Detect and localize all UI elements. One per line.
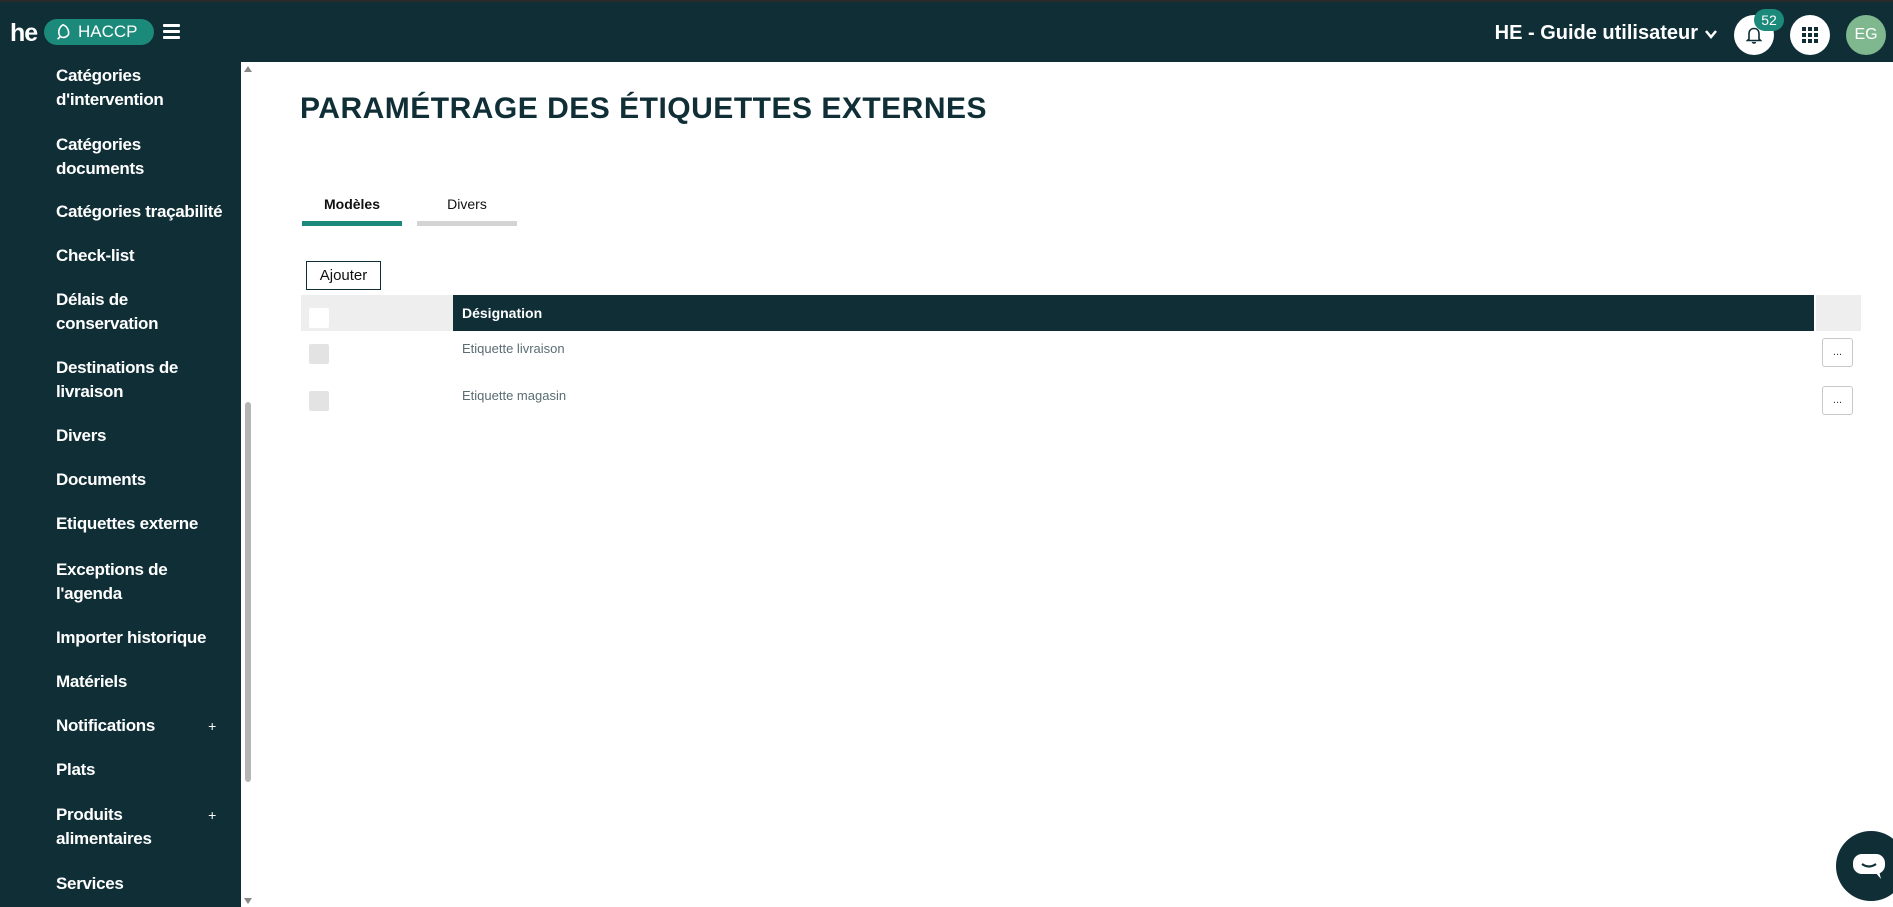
sidebar-item-label: Divers: [56, 426, 107, 445]
menu-icon[interactable]: [163, 24, 180, 40]
apps-button[interactable]: [1790, 15, 1830, 55]
sidebar-item-label: Catégories: [56, 66, 141, 85]
scroll-up-arrow-icon[interactable]: [244, 66, 252, 72]
row-actions-button[interactable]: ...: [1822, 338, 1853, 367]
row-actions-button[interactable]: ...: [1822, 386, 1853, 415]
sidebar-item-exceptions-agenda[interactable]: Exceptions de l'agenda: [56, 558, 231, 606]
tab-divers[interactable]: Divers: [417, 196, 517, 226]
sidebar: Catégories d'intervention Catégories doc…: [0, 62, 241, 907]
sidebar-item-label: livraison: [56, 382, 124, 401]
sidebar-item-notifications[interactable]: Notifications +: [56, 714, 231, 738]
sidebar-item-label: Documents: [56, 470, 146, 489]
sidebar-item-importer-historique[interactable]: Importer historique: [56, 626, 231, 650]
sidebar-item-label: d'intervention: [56, 90, 164, 109]
chat-bubble-icon: [1853, 854, 1885, 879]
sidebar-item-label: Plats: [56, 760, 96, 779]
tab-label: Modèles: [323, 196, 380, 212]
tab-active-indicator: [302, 221, 402, 226]
sidebar-item-label: Etiquettes externe: [56, 514, 198, 533]
grid-column-header-designation[interactable]: Désignation: [453, 295, 1814, 331]
site-selector-label: HE - Guide utilisateur: [1494, 22, 1698, 44]
sidebar-item-divers[interactable]: Divers: [56, 424, 231, 448]
sidebar-item-label: Importer historique: [56, 628, 207, 647]
row-checkbox[interactable]: [309, 344, 329, 364]
sidebar-item-label: Délais de: [56, 290, 128, 309]
sidebar-item-label: Produits: [56, 805, 123, 824]
table-row-designation[interactable]: Etiquette magasin: [462, 388, 566, 403]
sidebar-item-label: alimentaires: [56, 829, 152, 848]
sidebar-item-label: Destinations de: [56, 358, 179, 377]
scroll-down-arrow-icon[interactable]: [244, 898, 252, 904]
scrollbar-thumb[interactable]: [245, 402, 251, 782]
page-title: PARAMÉTRAGE DES ÉTIQUETTES EXTERNES: [300, 92, 988, 125]
sidebar-item-label: conservation: [56, 314, 159, 333]
select-all-checkbox[interactable]: [309, 308, 329, 328]
sidebar-item-categories-intervention[interactable]: Catégories d'intervention: [56, 64, 231, 112]
sidebar-item-categories-tracabilite[interactable]: Catégories traçabilité: [56, 200, 231, 224]
row-checkbox[interactable]: [309, 391, 329, 411]
sidebar-item-label: Notifications: [56, 716, 156, 735]
sidebar-item-delais-conservation[interactable]: Délais de conservation: [56, 288, 231, 336]
sidebar-item-produits-alimentaires[interactable]: Produits alimentaires +: [56, 803, 231, 851]
app-switcher-pill[interactable]: HACCP: [44, 19, 154, 45]
sidebar-item-label: Matériels: [56, 672, 128, 691]
sidebar-item-etiquettes-externe[interactable]: Etiquettes externe: [56, 512, 231, 536]
tab-modeles[interactable]: Modèles: [302, 196, 402, 226]
tab-indicator: [417, 221, 517, 226]
app-name: HACCP: [78, 22, 138, 41]
table-row-designation[interactable]: Etiquette livraison: [462, 341, 565, 356]
sidebar-item-label: Catégories traçabilité: [56, 202, 223, 221]
notification-count-badge: 52: [1754, 9, 1784, 31]
user-avatar[interactable]: EG: [1846, 15, 1886, 55]
chat-widget-button[interactable]: [1836, 831, 1893, 901]
site-selector[interactable]: HE - Guide utilisateur: [1495, 22, 1718, 45]
grid-header-actions-cell: [1816, 295, 1861, 331]
sidebar-item-plats[interactable]: Plats: [56, 758, 231, 782]
sidebar-item-label: Exceptions de: [56, 560, 168, 579]
sidebar-item-categories-documents[interactable]: Catégories documents: [56, 133, 231, 181]
top-bar: he HACCP HE - Guide utilisateur 52 EG: [0, 0, 1893, 62]
sidebar-item-materiels[interactable]: Matériels: [56, 670, 231, 694]
leaf-icon: [57, 23, 70, 40]
sidebar-item-label: Catégories: [56, 135, 141, 154]
tab-label: Divers: [447, 196, 487, 212]
sidebar-item-check-list[interactable]: Check-list: [56, 244, 231, 268]
sidebar-item-label: l'agenda: [56, 584, 122, 603]
sidebar-item-label: documents: [56, 159, 144, 178]
sidebar-item-documents[interactable]: Documents: [56, 468, 231, 492]
sidebar-item-destinations-livraison[interactable]: Destinations de livraison: [56, 356, 231, 404]
company-logo[interactable]: he: [10, 19, 38, 48]
chevron-down-icon: [1705, 29, 1717, 39]
apps-grid-icon: [1802, 27, 1818, 43]
expand-plus-icon[interactable]: +: [208, 714, 216, 738]
expand-plus-icon[interactable]: +: [208, 803, 216, 827]
sidebar-item-label: Check-list: [56, 246, 135, 265]
sidebar-item-services[interactable]: Services: [56, 872, 231, 896]
sidebar-item-label: Services: [56, 874, 124, 893]
add-button[interactable]: Ajouter: [306, 261, 381, 290]
